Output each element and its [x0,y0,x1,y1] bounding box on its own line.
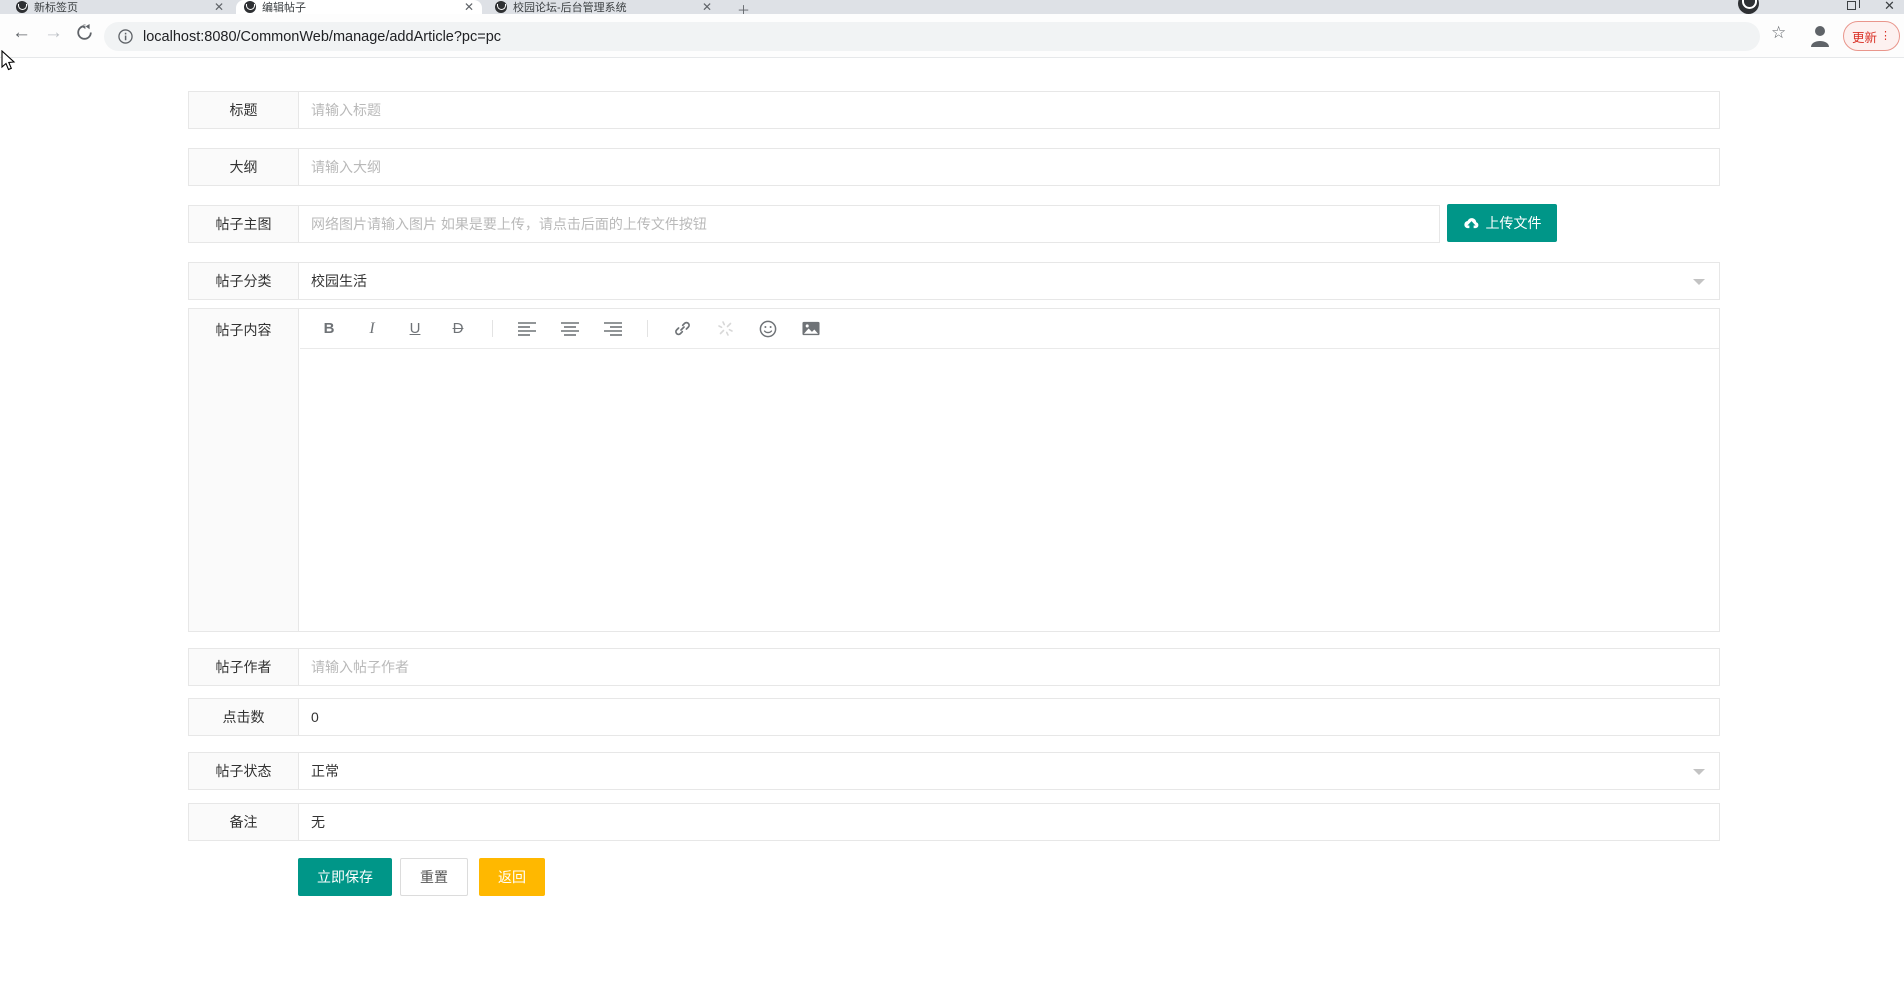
title-label: 标题 [189,92,299,128]
tab-new-tab[interactable]: 新标签页 ✕ [8,0,232,14]
tab-bar: 新标签页 ✕ 编辑帖子 ✕ 校园论坛-后台管理系统 ✕ ＋ ✕ [0,0,1904,18]
chevron-down-icon[interactable] [1693,279,1705,285]
tab-close-icon[interactable]: ✕ [214,1,224,13]
article-form-page: 标题 大纲 帖子主图 上传文件 帖子分类 帖子内容 B I U D [0,58,1904,1008]
form-row-author: 帖子作者 [188,648,1720,686]
outline-label: 大纲 [189,149,299,185]
cloud-upload-icon [1463,218,1478,229]
insert-image-icon[interactable] [802,320,820,338]
tab-title: 新标签页 [34,2,78,14]
category-label: 帖子分类 [189,263,299,299]
browser-logo-icon [1738,0,1759,14]
mouse-cursor [1,50,16,71]
form-row-content: 帖子内容 B I U D [188,308,1720,632]
tab-forum-admin[interactable]: 校园论坛-后台管理系统 ✕ [487,0,720,14]
window-close-button[interactable]: ✕ [1884,0,1895,14]
browser-toolbar: ← → localhost:8080/CommonWeb/manage/addA… [0,14,1904,58]
align-left-icon[interactable] [518,320,536,338]
outline-input[interactable] [311,159,1707,175]
bookmark-star-icon[interactable]: ☆ [1771,23,1786,43]
kebab-menu-icon: ⋮ [1880,30,1891,42]
url-text[interactable]: localhost:8080/CommonWeb/manage/addArtic… [143,29,501,45]
upload-file-label: 上传文件 [1485,215,1542,231]
form-row-clicks: 点击数 [188,698,1720,736]
main-image-label: 帖子主图 [189,206,299,242]
toolbar-divider [492,320,493,337]
site-favicon-icon [495,1,507,13]
main-image-input[interactable] [311,216,1427,232]
form-row-outline: 大纲 [188,148,1720,186]
reload-icon [77,23,92,40]
clicks-input[interactable] [311,709,1707,725]
unlink-icon [716,320,734,338]
tab-close-icon[interactable]: ✕ [464,1,474,13]
chrome-update-menu-button[interactable]: 更新 ⋮ [1843,21,1900,51]
forward-button[interactable]: → [44,22,63,44]
page-info-icon[interactable] [118,29,133,44]
status-select[interactable] [311,763,1707,779]
form-row-category: 帖子分类 [188,262,1720,300]
site-favicon-icon [244,1,256,13]
title-input[interactable] [311,102,1707,118]
form-row-main-image: 帖子主图 [188,205,1440,243]
update-label: 更新 [1851,30,1877,45]
align-center-icon[interactable] [561,320,579,338]
form-row-status: 帖子状态 [188,752,1720,790]
link-icon[interactable] [673,320,691,338]
upload-file-button[interactable]: 上传文件 [1447,204,1557,242]
editor-content-area[interactable] [300,350,1719,631]
emoji-face-icon[interactable] [759,320,777,338]
site-favicon-icon [16,1,28,13]
tab-title: 编辑帖子 [262,2,306,14]
reload-button[interactable] [76,23,93,47]
form-row-title: 标题 [188,91,1720,129]
strikethrough-icon[interactable]: D [449,320,467,338]
back-button-form[interactable]: 返回 [479,858,545,896]
back-button[interactable]: ← [12,22,31,44]
editor-toolbar: B I U D [300,309,1719,349]
toolbar-divider [647,320,648,337]
tab-close-icon[interactable]: ✕ [702,1,712,13]
window-restore-button[interactable] [1847,0,1860,10]
reset-button[interactable]: 重置 [400,858,468,896]
tab-edit-post[interactable]: 编辑帖子 ✕ [236,0,482,14]
save-button[interactable]: 立即保存 [298,858,392,896]
bold-icon[interactable]: B [320,320,338,338]
author-label: 帖子作者 [189,649,299,685]
tab-title: 校园论坛-后台管理系统 [513,2,627,14]
clicks-label: 点击数 [189,699,299,735]
remark-input[interactable] [311,814,1707,830]
form-row-remark: 备注 [188,803,1720,841]
remark-label: 备注 [189,804,299,840]
category-select[interactable] [311,273,1707,289]
address-bar[interactable]: localhost:8080/CommonWeb/manage/addArtic… [104,22,1760,51]
align-right-icon[interactable] [604,320,622,338]
chevron-down-icon[interactable] [1693,769,1705,775]
underline-icon[interactable]: U [406,320,424,338]
italic-icon[interactable]: I [363,320,381,338]
status-label: 帖子状态 [189,753,299,789]
author-input[interactable] [311,659,1707,675]
content-label: 帖子内容 [189,309,299,631]
profile-avatar-icon[interactable] [1809,23,1831,49]
